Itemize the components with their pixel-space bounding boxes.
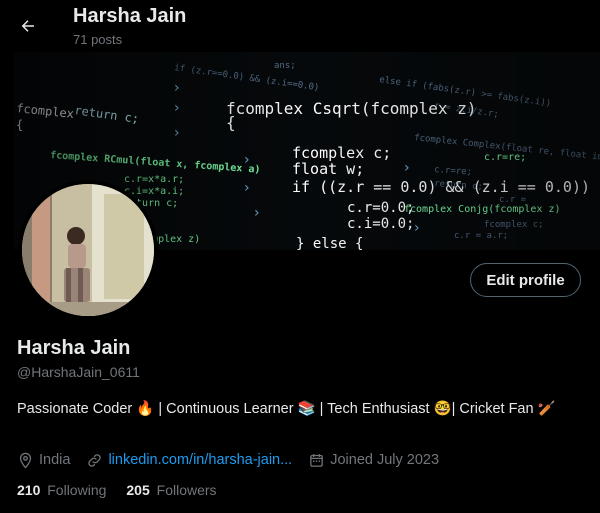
- followers-link[interactable]: 205 Followers: [126, 482, 216, 498]
- following-count: 210: [17, 482, 41, 498]
- website-link[interactable]: linkedin.com/in/harsha-jain...: [108, 452, 292, 468]
- post-count: 71 posts: [73, 32, 123, 47]
- follow-stats: 210 Following 205 Followers: [17, 482, 237, 498]
- join-date-text: Joined July 2023: [330, 452, 440, 468]
- edit-profile-button[interactable]: Edit profile: [470, 263, 581, 297]
- followers-count: 205: [126, 482, 150, 498]
- profile-name: Harsha Jain: [17, 337, 131, 359]
- join-date: Joined July 2023: [308, 452, 439, 469]
- link-icon: [88, 453, 102, 467]
- following-link[interactable]: 210 Following: [17, 482, 106, 498]
- profile-photo: [22, 184, 154, 316]
- followers-label: Followers: [156, 482, 217, 498]
- profile-handle: @HarshaJain_0611: [17, 364, 140, 380]
- location: India: [17, 452, 70, 469]
- back-button[interactable]: [14, 12, 42, 40]
- top-bar: Harsha Jain 71 posts: [0, 0, 600, 52]
- avatar-border: [18, 180, 158, 320]
- avatar[interactable]: [22, 184, 154, 316]
- location-text: India: [39, 452, 71, 468]
- location-pin-icon: [19, 452, 32, 469]
- profile-meta: India linkedin.com/in/harsha-jain... Joi…: [17, 450, 455, 470]
- profile-bio: Passionate Coder 🔥 | Continuous Learner …: [17, 401, 556, 417]
- following-label: Following: [47, 482, 107, 498]
- calendar-icon: [310, 453, 324, 467]
- header-name: Harsha Jain: [73, 5, 187, 27]
- website: linkedin.com/in/harsha-jain...: [86, 452, 292, 469]
- arrow-left-icon: [21, 20, 34, 32]
